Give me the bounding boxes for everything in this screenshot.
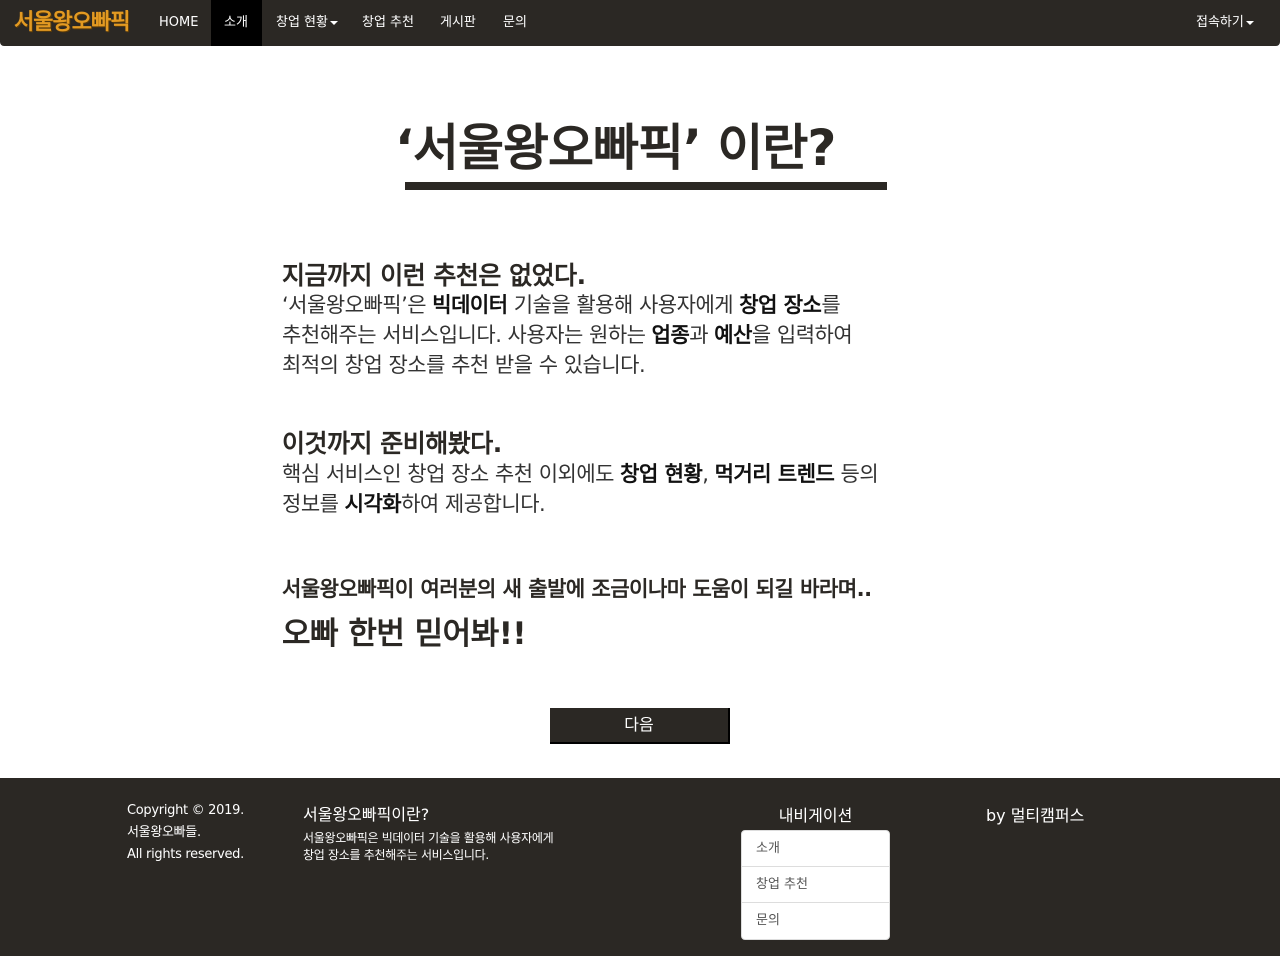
copyright-line: All rights reserved. bbox=[127, 847, 244, 862]
closing-line1: 서울왕오빠픽이 여러분의 새 출발에 조금이나마 도움이 되길 바라며.. bbox=[282, 577, 872, 601]
footer-nav-title: 내비게이션 bbox=[778, 806, 853, 825]
footer-about-text: 서울왕오빠픽은 빅데이터 기술을 활용해 사용자에게 창업 장소를 추천해주는 … bbox=[303, 830, 554, 864]
copyright-line: 서울왕오빠들. bbox=[127, 825, 201, 840]
copyright: Copyright © 2019. 서울왕오빠들. All rights res… bbox=[127, 800, 244, 866]
nav-startup-recommend[interactable]: 창업 추천 bbox=[349, 0, 427, 46]
section2-line1: 핵심 서비스인 창업 장소 추천 이외에도 창업 현황, 먹거리 트렌드 등의 bbox=[282, 462, 879, 486]
nav-home[interactable]: HOME bbox=[146, 0, 211, 46]
nav-board[interactable]: 게시판 bbox=[427, 0, 489, 46]
top-navbar: 서울왕오빠픽 HOME 소개 창업 현황 창업 추천 게시판 문의 접속하기 bbox=[0, 0, 1280, 46]
page-title: ‘서울왕오빠픽’ 이란? bbox=[395, 119, 836, 177]
section2-heading: 이것까지 준비해봤다. bbox=[282, 429, 502, 458]
footer-about-title: 서울왕오빠픽이란? bbox=[303, 805, 430, 824]
nav-about[interactable]: 소개 bbox=[211, 0, 262, 46]
closing-line2: 오빠 한번 믿어봐!! bbox=[282, 616, 527, 652]
footer-nav-list: 소개 창업 추천 문의 bbox=[741, 830, 890, 940]
caret-down-icon bbox=[1245, 20, 1254, 25]
section1-line1: ‘서울왕오빠픽’은 빅데이터 기술을 활용해 사용자에게 창업 장소를 bbox=[282, 293, 841, 317]
nav-contact[interactable]: 문의 bbox=[490, 0, 540, 46]
login-label: 접속하기 bbox=[1196, 15, 1244, 30]
section2-paragraph: 핵심 서비스인 창업 장소 추천 이외에도 창업 현황, 먹거리 트렌드 등의 … bbox=[282, 459, 879, 519]
section2-line2: 정보를 시각화하여 제공합니다. bbox=[282, 492, 546, 516]
footer-nav-contact[interactable]: 문의 bbox=[742, 903, 889, 939]
title-underline bbox=[405, 182, 887, 190]
footer-nav-about[interactable]: 소개 bbox=[742, 831, 889, 867]
section1-paragraph: ‘서울왕오빠픽’은 빅데이터 기술을 활용해 사용자에게 창업 장소를 추천해주… bbox=[282, 290, 853, 380]
footer-about-line: 창업 장소를 추천해주는 서비스입니다. bbox=[303, 848, 489, 862]
footer-by: by 멀티캠퍼스 bbox=[986, 806, 1085, 825]
copyright-line: Copyright © 2019. bbox=[127, 803, 244, 818]
section1-heading: 지금까지 이런 추천은 없었다. bbox=[282, 261, 586, 290]
footer-nav-recommend[interactable]: 창업 추천 bbox=[742, 867, 889, 903]
login-dropdown[interactable]: 접속하기 bbox=[1183, 0, 1267, 46]
caret-down-icon bbox=[329, 20, 338, 25]
next-button[interactable]: 다음 bbox=[550, 708, 730, 744]
section1-line2: 추천해주는 서비스입니다. 사용자는 원하는 업종과 예산을 입력하여 bbox=[282, 323, 853, 347]
nav-startup-status-label: 창업 현황 bbox=[276, 15, 328, 30]
brand-logo[interactable]: 서울왕오빠픽 bbox=[14, 9, 130, 37]
nav-startup-status[interactable]: 창업 현황 bbox=[263, 0, 351, 46]
footer: Copyright © 2019. 서울왕오빠들. All rights res… bbox=[0, 778, 1280, 956]
section1-line3: 최적의 창업 장소를 추천 받을 수 있습니다. bbox=[282, 353, 646, 377]
footer-about-line: 서울왕오빠픽은 빅데이터 기술을 활용해 사용자에게 bbox=[303, 831, 554, 845]
